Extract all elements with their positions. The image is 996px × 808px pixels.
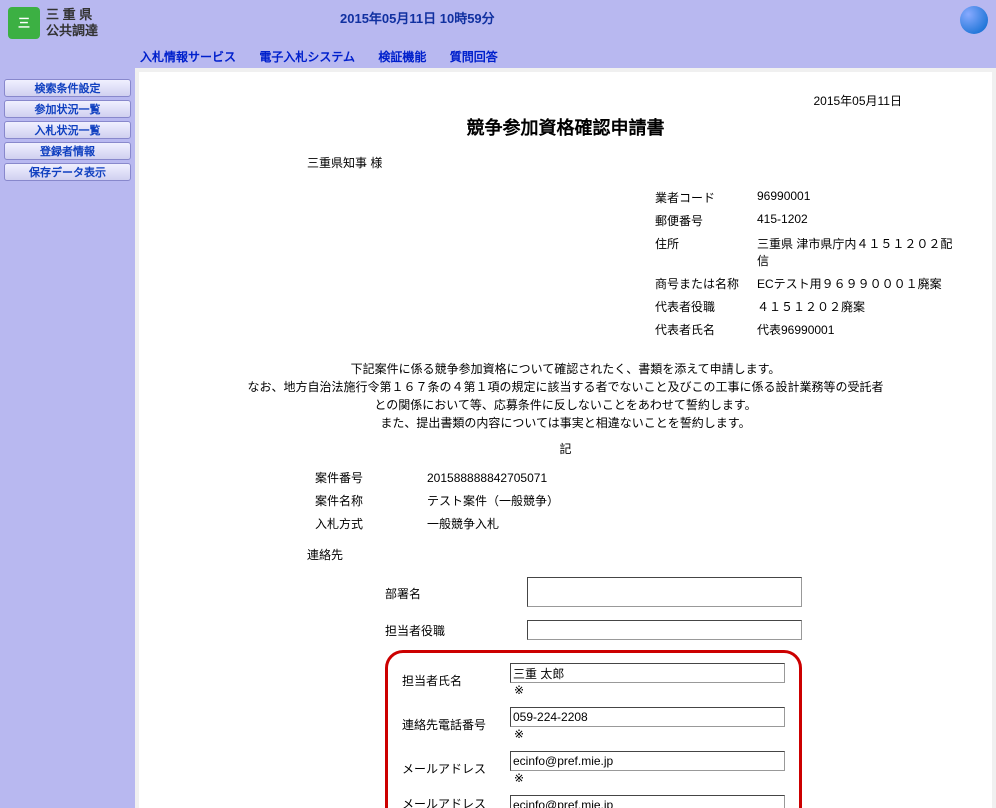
label-rep-name: 代表者氏名 [649,319,749,340]
highlight-box: 担当者氏名 ※ 連絡先電話番号 ※ メールアドレス ※ メールアドレス(再入力)… [385,650,802,808]
addressee: 三重県知事 様 [307,154,964,171]
contact-mail2-input[interactable] [510,795,785,808]
address: 三重県 津市県庁内４１５１２０２配信 [751,233,962,271]
nav-bidinfo[interactable]: 入札情報サービス [140,50,236,64]
contact-name-input[interactable] [510,663,785,683]
contact-mail-input[interactable] [510,751,785,771]
kome-2: ※ [510,727,524,741]
case-table: 案件番号201588888842705071 案件名称テスト案件（一般競争） 入… [307,465,567,536]
label-contact-tel: 連絡先電話番号 [396,703,502,745]
label-contact-title: 担当者役職 [379,616,519,644]
contact-label: 連絡先 [307,546,964,563]
decl-2: なお、地方自治法施行令第１６７条の４第１項の規定に該当する者でないこと及びこの工… [246,378,886,414]
doc-date: 2015年05月11日 [813,92,902,109]
label-vendor-code: 業者コード [649,187,749,208]
kome-3: ※ [510,771,524,785]
tradename: ECテスト用９６９９０００１廃案 [751,273,962,294]
globe-icon[interactable] [960,6,988,34]
datetime: 2015年05月11日 10時59分 [340,8,495,27]
label-address: 住所 [649,233,749,271]
org-name-2: 公共調達 [46,23,98,39]
sidebar-participation[interactable]: 参加状況一覧 [4,100,131,118]
vendor-code: 96990001 [751,187,962,208]
nav-ebid[interactable]: 電子入札システム [259,50,355,64]
decl-1: 下記案件に係る競争参加資格について確認されたく、書類を添えて申請します。 [246,360,886,378]
label-contact-name: 担当者氏名 [396,659,502,701]
label-case-name: 案件名称 [309,490,419,511]
ki-marker: 記 [167,440,964,457]
rep-title: ４１５１２０２廃案 [751,296,962,317]
case-name: テスト案件（一般競争） [421,490,565,511]
kome-1: ※ [510,683,524,697]
postal: 415-1202 [751,210,962,231]
nav-verify[interactable]: 検証機能 [378,50,426,64]
sidebar-registrant[interactable]: 登録者情報 [4,142,131,160]
applicant-table: 業者コード96990001 郵便番号415-1202 住所三重県 津市県庁内４１… [647,185,964,342]
nav: 入札情報サービス 電子入札システム 検証機能 質問回答 [0,45,996,68]
logo: 三 三 重 県 公共調達 [0,3,106,43]
label-case-no: 案件番号 [309,467,419,488]
label-rep-title: 代表者役職 [649,296,749,317]
label-dept: 部署名 [379,573,519,614]
org-name-1: 三 重 県 [46,7,98,23]
header: 三 三 重 県 公共調達 2015年05月11日 10時59分 [0,0,996,45]
dept-input[interactable] [527,577,802,607]
label-contact-mail: メールアドレス [396,747,502,789]
doc-title: 競争参加資格確認申請書 [167,114,964,140]
case-no: 201588888842705071 [421,467,565,488]
sidebar: 検索条件設定 参加状況一覧 入札状況一覧 登録者情報 保存データ表示 [0,68,135,808]
contact-title-input[interactable] [527,620,802,640]
sidebar-saveddata[interactable]: 保存データ表示 [4,163,131,181]
rep-name: 代表96990001 [751,319,962,340]
document: 2015年05月11日 競争参加資格確認申請書 三重県知事 様 業者コード969… [139,72,992,808]
contact-tel-input[interactable] [510,707,785,727]
sidebar-search[interactable]: 検索条件設定 [4,79,131,97]
label-tradename: 商号または名称 [649,273,749,294]
contact-form: 部署名 担当者役職 担当者氏名 ※ 連絡先電話番号 ※ メールアド [377,571,810,808]
label-bid-method: 入札方式 [309,513,419,534]
declaration: 下記案件に係る競争参加資格について確認されたく、書類を添えて申請します。 なお、… [246,360,886,432]
label-postal: 郵便番号 [649,210,749,231]
decl-3: また、提出書類の内容については事実と相違ないことを誓約します。 [246,414,886,432]
bid-method: 一般競争入札 [421,513,565,534]
logo-icon: 三 [8,7,40,39]
nav-qa[interactable]: 質問回答 [450,50,498,64]
sidebar-bidstatus[interactable]: 入札状況一覧 [4,121,131,139]
